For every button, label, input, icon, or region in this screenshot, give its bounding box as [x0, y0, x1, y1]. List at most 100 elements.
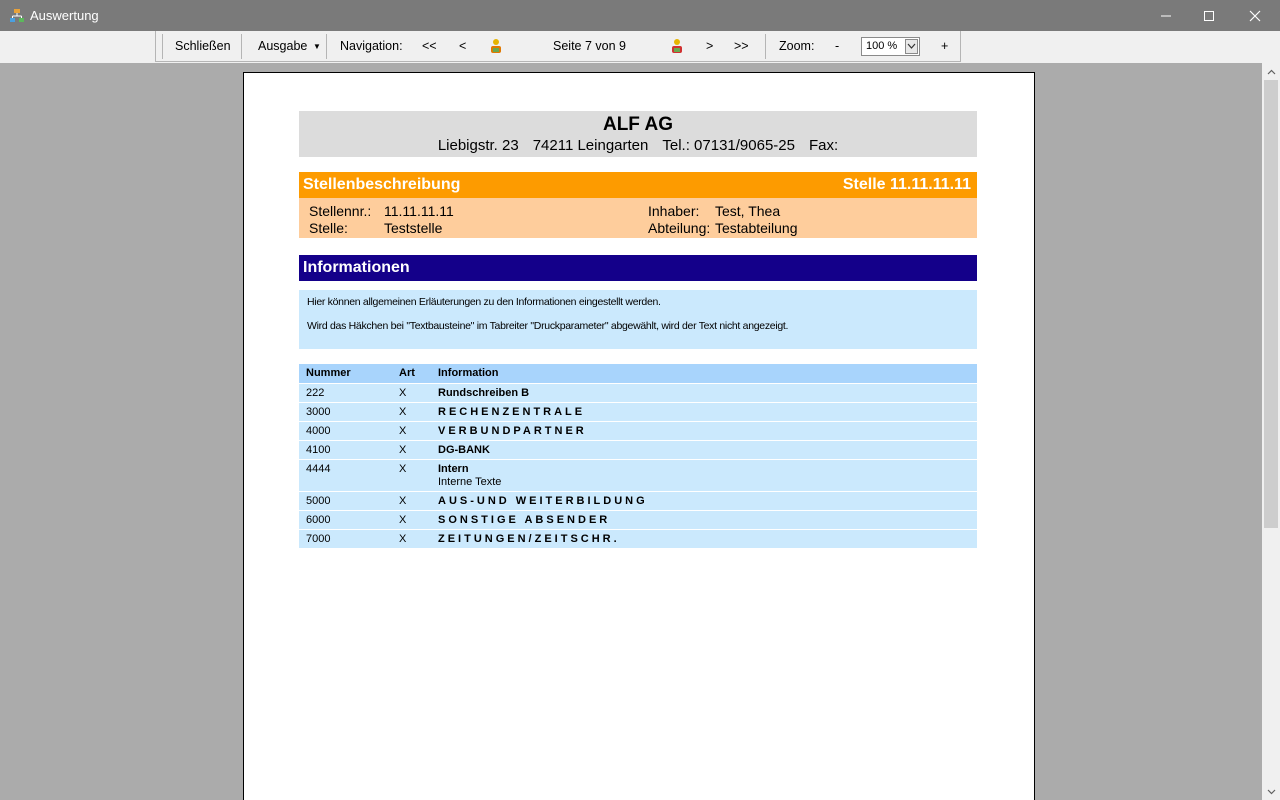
person-search-next-icon[interactable]	[669, 38, 685, 55]
company-address: Liebigstr. 23 74211 Leingarten Tel.: 07131…	[299, 137, 977, 154]
title-bar: Auswertung	[0, 0, 1280, 31]
toolbar-separator	[241, 34, 242, 59]
vertical-scrollbar[interactable]	[1262, 63, 1280, 800]
last-page-button[interactable]: >>	[734, 31, 749, 62]
app-icon	[9, 8, 25, 24]
toolbar-separator	[326, 34, 327, 59]
cell-nummer: 6000	[306, 514, 331, 526]
table-row: 4444 X Intern Interne Texte	[299, 459, 977, 491]
navigation-label: Navigation:	[340, 39, 403, 53]
toolbar: Schließen Ausgabe ▼ Navigation: << < Sei…	[155, 31, 961, 62]
cell-nummer: 5000	[306, 495, 331, 507]
cell-information: AUS-UND WEITERBILDUNG	[438, 495, 648, 507]
next-page-button[interactable]: >	[706, 31, 713, 62]
header-information: Information	[438, 367, 499, 379]
cell-information: Rundschreiben B	[438, 387, 530, 399]
cell-art: X	[399, 463, 407, 475]
info-text-2: Wird das Häkchen bei "Textbausteine" im …	[307, 320, 789, 332]
company-city: 74211 Leingarten	[532, 137, 649, 154]
close-window-button[interactable]	[1232, 0, 1278, 31]
info-header: Informationen	[299, 255, 977, 281]
cell-information: VERBUNDPARTNER	[438, 425, 587, 437]
cell-art: X	[399, 514, 407, 526]
chevron-down-icon[interactable]	[905, 39, 918, 54]
cell-art: X	[399, 406, 407, 418]
zoom-label: Zoom:	[779, 39, 815, 53]
scroll-up-button[interactable]	[1262, 63, 1280, 80]
chevron-down-icon[interactable]: ▼	[313, 31, 321, 62]
info-text-box: Hier können allgemeinen Erläuterungen zu…	[299, 290, 977, 349]
report-page: ALF AG Liebigstr. 23 74211 Leingarten Tel.…	[243, 72, 1035, 800]
header-art: Art	[399, 367, 415, 379]
company-street: Liebigstr. 23	[437, 137, 519, 154]
abteilung-value: Testabteilung	[715, 220, 798, 236]
cell-nummer: 4444	[306, 463, 331, 475]
toolbar-grip[interactable]	[162, 34, 163, 59]
cell-nummer: 4100	[306, 444, 331, 456]
report-viewer[interactable]: ALF AG Liebigstr. 23 74211 Leingarten Tel.…	[0, 63, 1262, 800]
info-title: Informationen	[303, 259, 410, 276]
scroll-down-button[interactable]	[1262, 783, 1280, 800]
table-row: 5000 X AUS-UND WEITERBILDUNG	[299, 491, 977, 510]
window-title: Auswertung	[30, 8, 99, 23]
minimize-icon	[1161, 15, 1171, 16]
cell-information: Intern	[438, 463, 469, 475]
stellennr-label: Stellennr.:	[309, 203, 372, 219]
cell-art: X	[399, 444, 407, 456]
cell-information: ZEITUNGEN/ZEITSCHR.	[438, 533, 620, 545]
section-title: Stellenbeschreibung	[303, 176, 461, 193]
stelle-label: Stelle:	[309, 220, 348, 236]
cell-information: DG-BANK	[438, 444, 490, 456]
info-text-1: Hier können allgemeinen Erläuterungen zu…	[307, 296, 661, 308]
toolbar-separator	[765, 34, 766, 59]
minimize-button[interactable]	[1143, 0, 1189, 31]
header-nummer: Nummer	[306, 367, 351, 379]
inhaber-label: Inhaber:	[648, 203, 700, 219]
company-header: ALF AG Liebigstr. 23 74211 Leingarten Tel.…	[299, 111, 977, 157]
company-name: ALF AG	[602, 114, 673, 135]
cell-nummer: 4000	[306, 425, 331, 437]
page-indicator: Seite 7 von 9	[553, 39, 626, 53]
position-header: Stelle 11.11.11.11	[842, 176, 971, 193]
zoom-out-button[interactable]: -	[835, 31, 839, 62]
stelle-value: Teststelle	[384, 220, 443, 236]
cell-information: SONSTIGE ABSENDER	[438, 514, 611, 526]
zoom-value: 100 %	[866, 40, 898, 52]
table-row: 6000 X SONSTIGE ABSENDER	[299, 510, 977, 529]
scroll-thumb[interactable]	[1264, 80, 1278, 528]
company-fax: Fax:	[808, 137, 839, 154]
table-row: 7000 X ZEITUNGEN/ZEITSCHR.	[299, 529, 977, 548]
output-dropdown-button[interactable]: Ausgabe	[258, 31, 307, 62]
stellennr-value: 11.11.11.11	[384, 203, 454, 219]
cell-art: X	[399, 425, 407, 437]
cell-art: X	[399, 533, 407, 545]
zoom-select[interactable]: 100 %	[861, 37, 920, 56]
cell-art: X	[399, 387, 407, 399]
info-table: Nummer Art Information 222 X Rundschreib…	[299, 364, 977, 548]
maximize-button[interactable]	[1186, 0, 1232, 31]
cell-information-sub: Interne Texte	[438, 476, 502, 488]
table-row: 3000 X RECHENZENTRALE	[299, 402, 977, 421]
person-search-prev-icon[interactable]	[488, 38, 504, 55]
cell-nummer: 222	[306, 387, 325, 399]
inhaber-value: Test, Thea	[715, 203, 781, 219]
zoom-in-button[interactable]: +	[941, 31, 948, 62]
first-page-button[interactable]: <<	[422, 31, 437, 62]
cell-nummer: 3000	[306, 406, 331, 418]
abteilung-label: Abteilung:	[648, 220, 711, 236]
table-row: 222 X Rundschreiben B	[299, 383, 977, 402]
table-header: Nummer Art Information	[299, 364, 977, 383]
close-icon	[1249, 10, 1261, 21]
cell-nummer: 7000	[306, 533, 331, 545]
company-phone: Tel.: 07131/9065-25	[662, 137, 795, 154]
cell-information: RECHENZENTRALE	[438, 406, 586, 418]
close-report-button[interactable]: Schließen	[175, 31, 231, 62]
chevron-down-icon	[1267, 789, 1275, 794]
previous-page-button[interactable]: <	[459, 31, 466, 62]
section-header: Stellenbeschreibung Stelle 11.11.11.11	[299, 172, 977, 198]
table-row: 4000 X VERBUNDPARTNER	[299, 421, 977, 440]
maximize-icon	[1204, 10, 1214, 21]
chevron-up-icon	[1267, 69, 1275, 74]
position-details: Stellennr.: 11.11.11.11 Stelle: Teststel…	[299, 198, 977, 238]
cell-art: X	[399, 495, 407, 507]
